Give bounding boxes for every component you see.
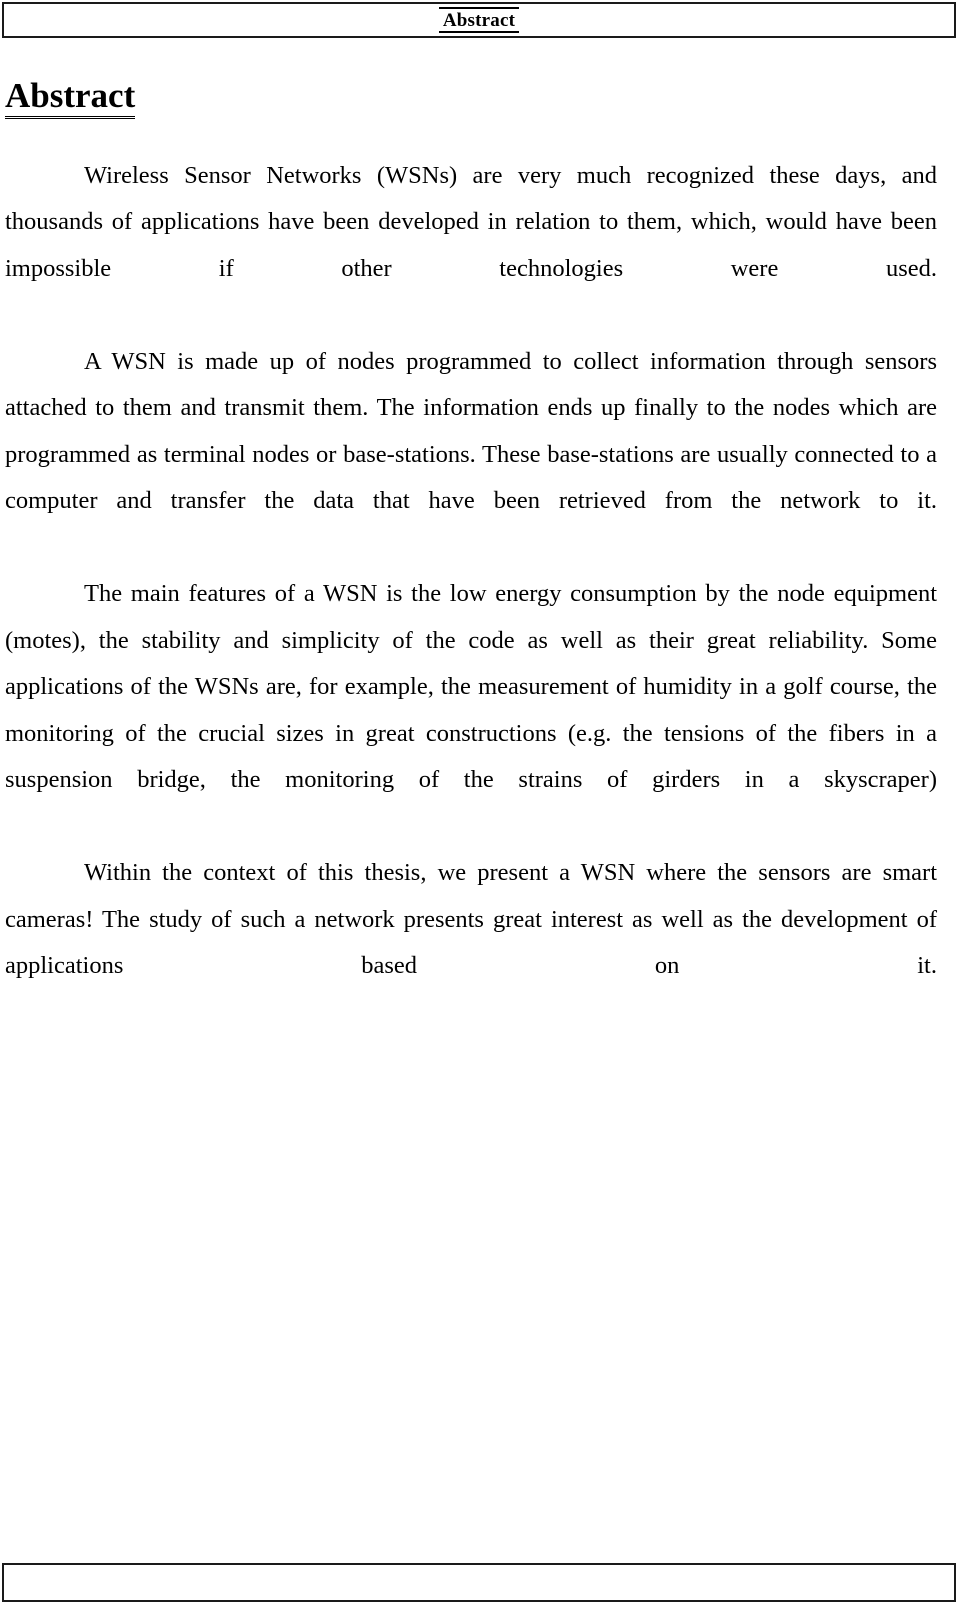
running-header: Abstract [2, 2, 956, 38]
section-heading-row: Abstract [5, 78, 937, 153]
document-page: Abstract Abstract Wireless Sensor Networ… [0, 0, 960, 1607]
abstract-paragraph-3: The main features of a WSN is the low en… [5, 580, 937, 794]
page-title: Abstract [5, 78, 136, 119]
running-footer [2, 1563, 956, 1602]
running-header-title: Abstract [438, 7, 520, 33]
abstract-paragraph-4: Within the context of this thesis, we pr… [5, 859, 937, 980]
abstract-paragraph-2: A WSN is made up of nodes programmed to … [5, 347, 937, 515]
abstract-paragraph-1: Wireless Sensor Networks (WSNs) are very… [5, 161, 937, 282]
document-body: Abstract Wireless Sensor Networks (WSNs)… [5, 78, 937, 1036]
